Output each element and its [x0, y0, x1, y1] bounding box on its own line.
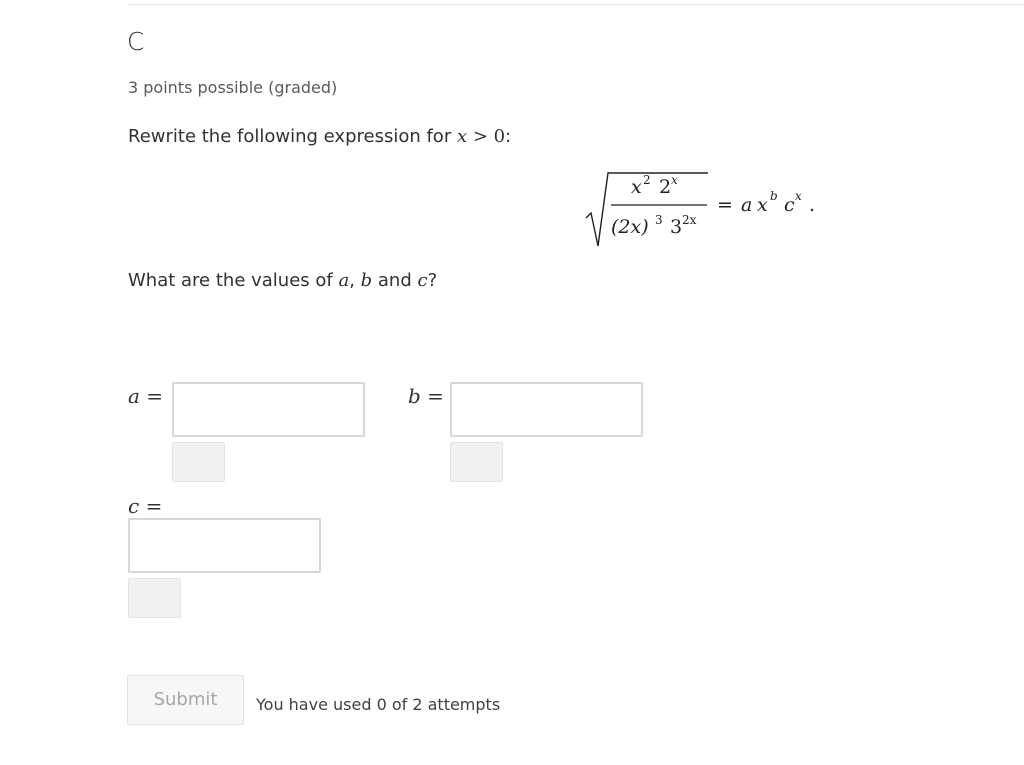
prompt-op: >	[467, 126, 494, 147]
den-base-exp: 2x	[682, 213, 697, 227]
question-var-c: c	[417, 270, 428, 291]
problem-prompt: Rewrite the following expression for x >…	[128, 126, 511, 147]
den-paren-exp: 3	[655, 213, 663, 227]
question-suffix: ?	[427, 270, 438, 291]
problem-title: C	[127, 27, 145, 56]
question-var-a: a	[338, 270, 350, 291]
top-divider	[128, 4, 1024, 5]
b-label-eq: =	[427, 384, 444, 408]
den-paren: (2x)	[611, 216, 649, 238]
rhs-period: .	[809, 194, 815, 216]
num-x-exp: 2	[643, 173, 651, 187]
question-text: What are the values of a, b and c?	[128, 270, 437, 291]
question-sep: ,	[349, 270, 361, 291]
prompt-text: Rewrite the following expression for	[128, 126, 457, 147]
rhs-a: a	[741, 194, 752, 216]
den-base: 3	[670, 216, 682, 238]
question-prefix: What are the values of	[128, 270, 339, 291]
num-x: x	[631, 176, 642, 198]
num-base-exp: x	[671, 173, 678, 187]
prompt-suffix: :	[505, 126, 512, 147]
c-label: c =	[128, 494, 162, 518]
points-possible: 3 points possible (graded)	[128, 78, 338, 97]
a-answer-input[interactable]	[172, 382, 365, 437]
rhs-eq: =	[717, 194, 733, 216]
question-and: and	[372, 270, 418, 291]
a-label-eq: =	[146, 384, 164, 408]
b-label-var: b	[408, 384, 421, 408]
rhs-c-exp: x	[795, 189, 802, 203]
a-status-indicator	[172, 442, 225, 482]
b-status-indicator	[450, 442, 503, 482]
b-label: b =	[408, 384, 444, 408]
c-status-indicator	[128, 578, 181, 618]
a-label-var: a	[128, 384, 140, 408]
question-var-b: b	[360, 270, 373, 291]
rhs-c: c	[784, 194, 795, 216]
c-label-var: c	[128, 494, 140, 518]
b-answer-input[interactable]	[450, 382, 643, 437]
c-answer-input[interactable]	[128, 518, 321, 573]
attempts-counter: You have used 0 of 2 attempts	[256, 695, 501, 714]
rhs-x-exp: b	[770, 189, 778, 203]
c-label-eq: =	[145, 494, 163, 518]
prompt-var: x	[456, 126, 468, 147]
rhs-x: x	[757, 194, 768, 216]
prompt-val: 0	[493, 126, 506, 147]
submit-button[interactable]: Submit	[127, 675, 244, 725]
num-base: 2	[659, 176, 671, 198]
a-label: a =	[128, 384, 163, 408]
formula-display: x 2 2 x (2x) 3 3 2x = a x b c x .	[585, 172, 815, 247]
